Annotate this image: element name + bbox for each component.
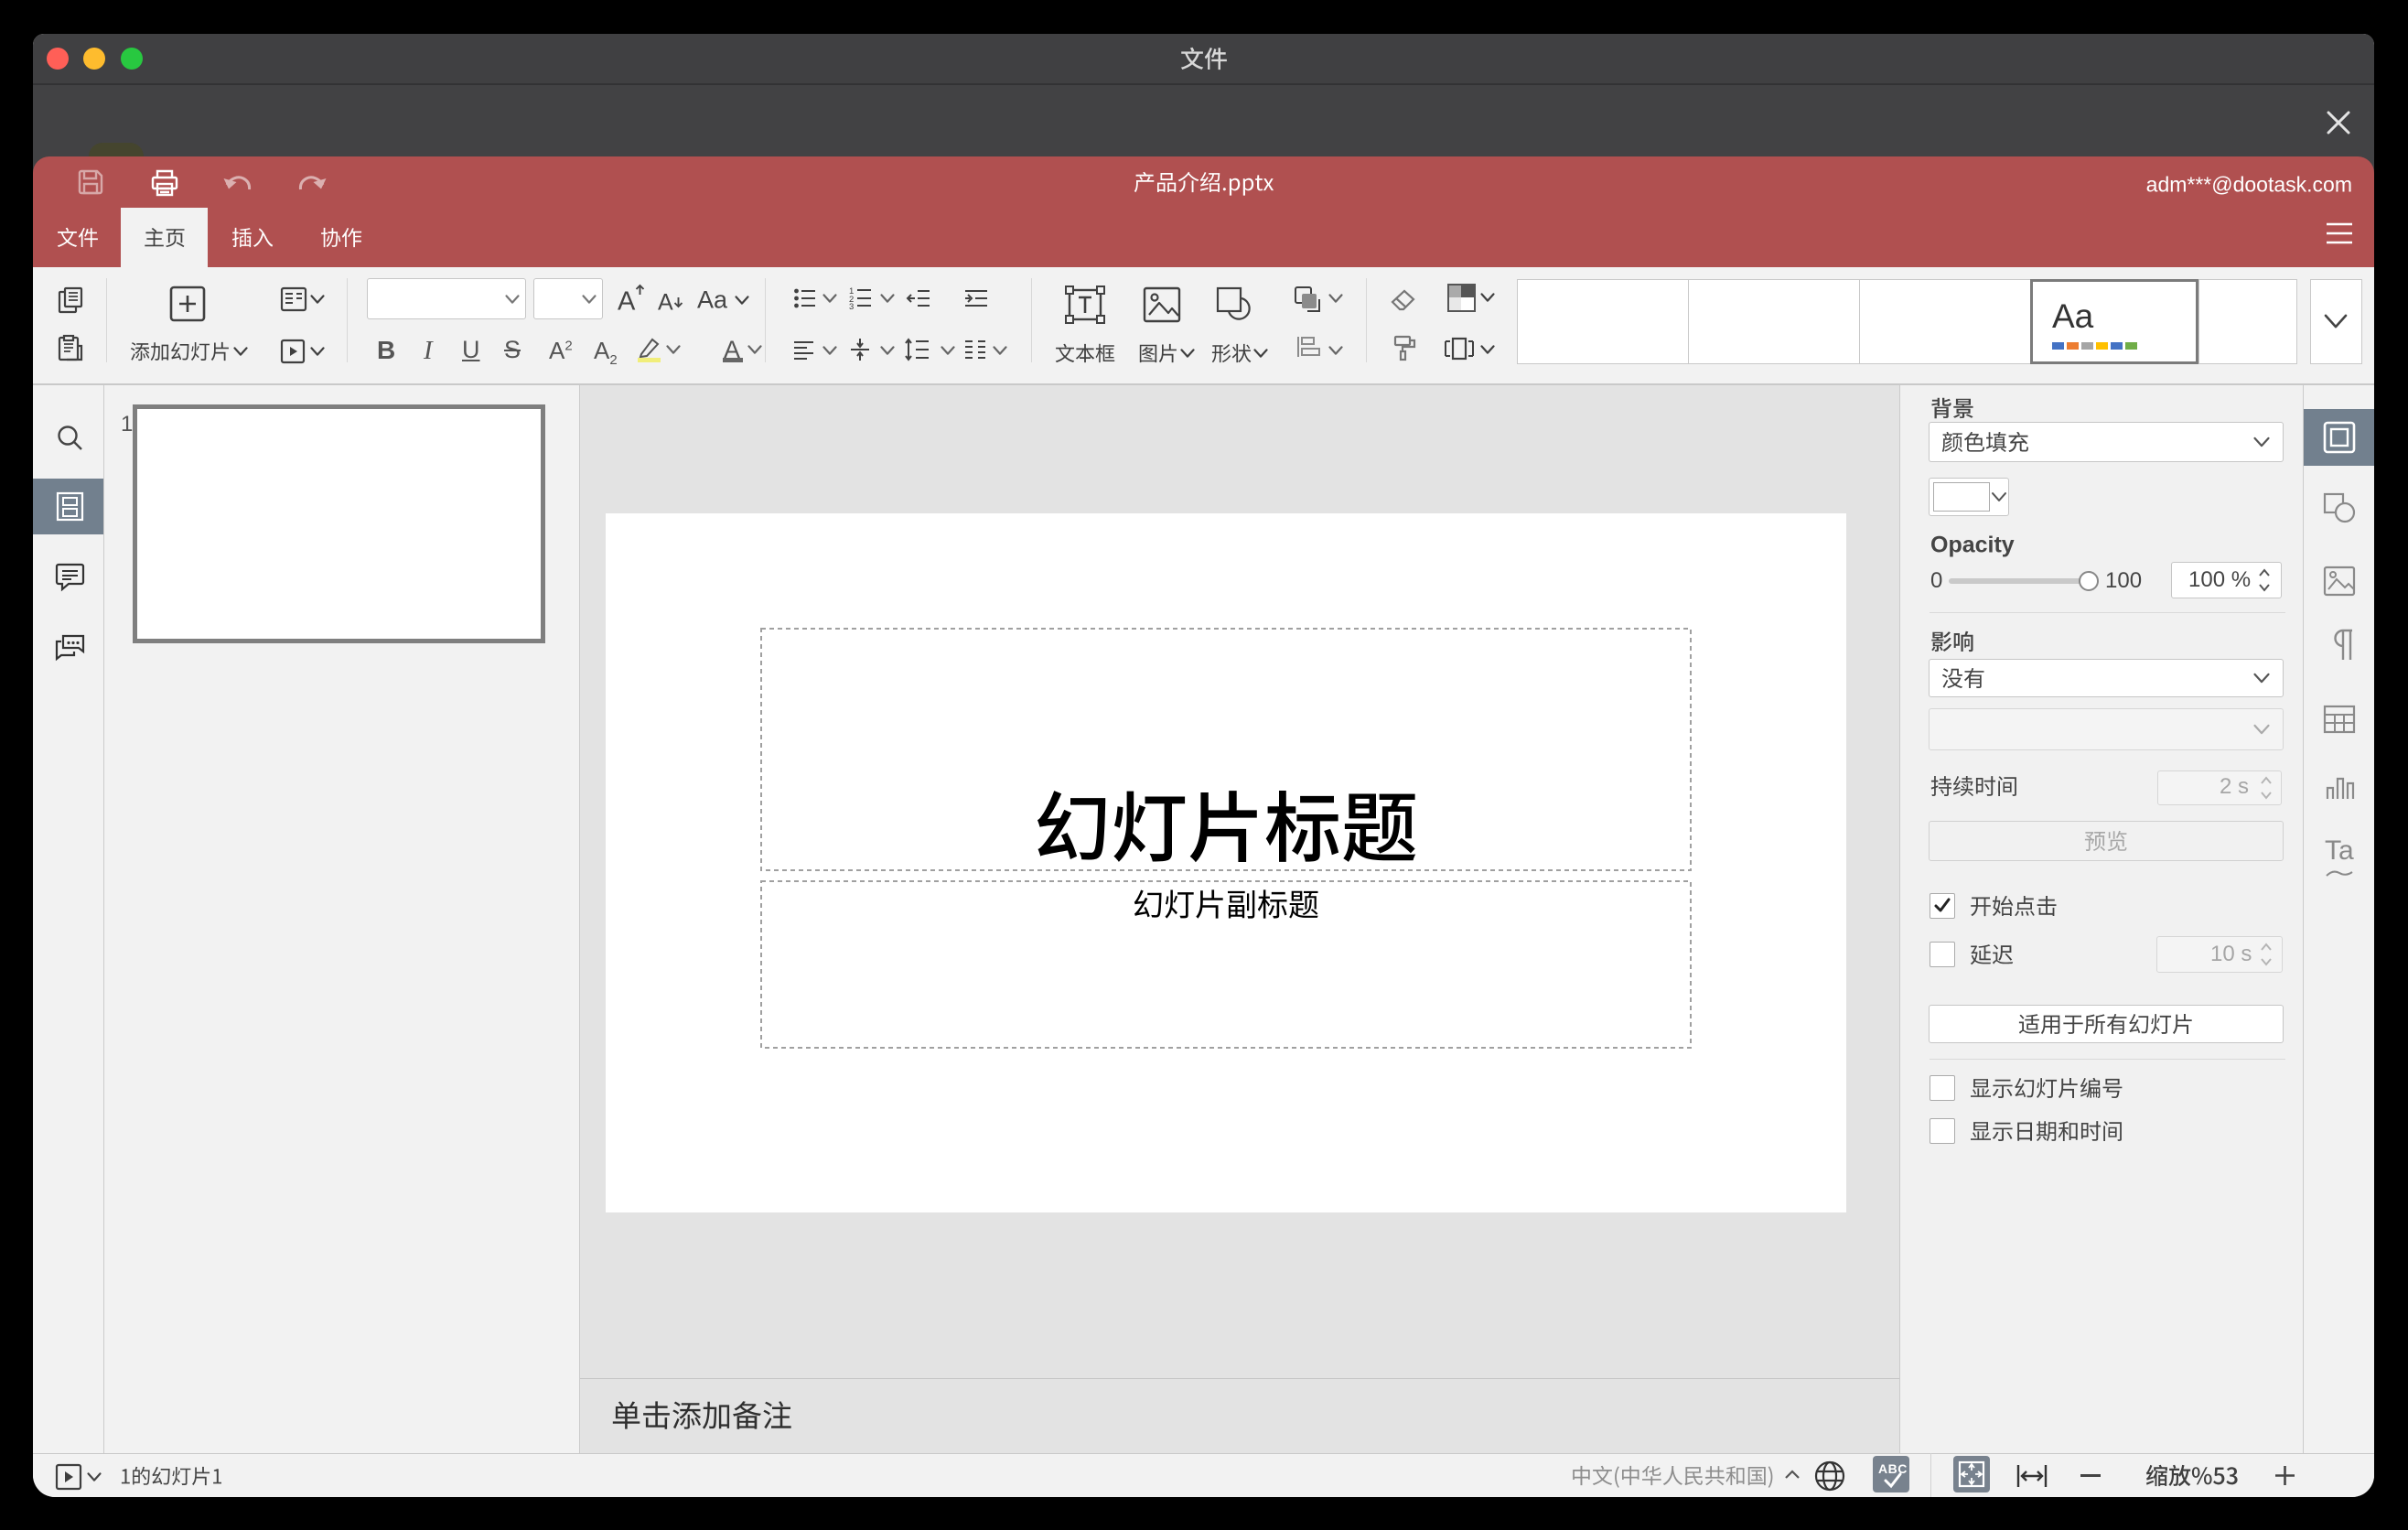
svg-text:3: 3 [849,302,854,312]
